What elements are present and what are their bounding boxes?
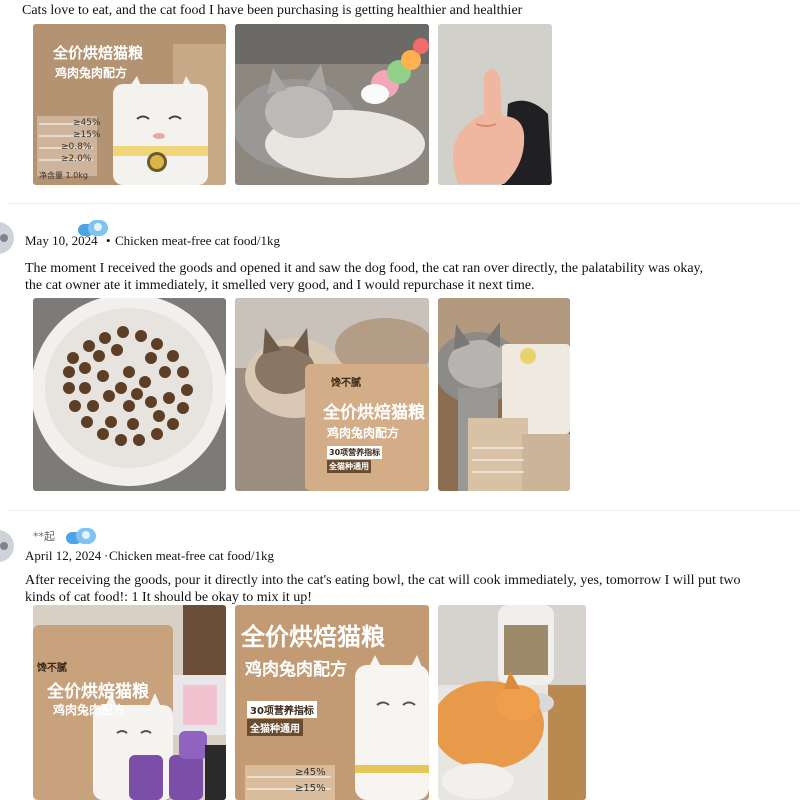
package-title: 全价烘焙猫粮	[241, 623, 385, 651]
package-title: 全价烘焙猫粮	[47, 682, 149, 702]
review-divider	[8, 510, 800, 511]
user-avatar[interactable]	[0, 222, 14, 254]
package-value: ≥15%	[73, 130, 101, 140]
package-tag: 30项营养指标	[327, 446, 383, 459]
review-date: May 10, 2024	[25, 233, 98, 248]
package-value: ≥15%	[295, 783, 326, 794]
review-photo[interactable]: 馋不腻 全价烘焙猫粮 鸡肉兔肉配方	[33, 605, 226, 800]
review-photo[interactable]: 全价烘焙猫粮 鸡肉兔肉配方 ≥45% ≥15% ≥0.8% ≥2.0% 净含量 …	[33, 24, 226, 185]
package-subtitle: 鸡肉兔肉配方	[245, 660, 347, 680]
review-date: April 12, 2024	[25, 548, 102, 563]
package-weight: 净含量 1.0kg	[39, 171, 88, 180]
review-text: kinds of cat food!: 1 It should be okay …	[25, 590, 312, 605]
cat-eating-image	[438, 605, 586, 800]
review-photo[interactable]: 全价烘焙猫粮 鸡肉兔肉配方 30项营养指标 全猫种通用 ≥45% ≥15%	[235, 605, 429, 800]
review-photo[interactable]	[438, 298, 570, 491]
review-text: Cats love to eat, and the cat food I hav…	[22, 3, 523, 18]
user-avatar[interactable]	[0, 530, 14, 562]
username: **起	[33, 530, 55, 543]
package-value: ≥45%	[295, 767, 326, 778]
review-divider	[8, 203, 800, 204]
package-value: ≥2.0%	[61, 154, 92, 164]
review-photo[interactable]	[438, 605, 586, 800]
package-tag: 全猫种通用	[327, 460, 371, 473]
package-subtitle: 鸡肉兔肉配方	[55, 66, 128, 80]
package-brand: 馋不腻	[331, 378, 361, 389]
package-tag: 全猫种通用	[247, 719, 303, 736]
product-variant: Chicken meat-free cat food/1kg	[115, 233, 280, 248]
meta-separator: •	[106, 233, 111, 248]
package-tag: 30项营养指标	[247, 701, 317, 718]
review-photo[interactable]	[33, 298, 226, 491]
review-photo[interactable]: 馋不腻 全价烘焙猫粮 鸡肉兔肉配方 30项营养指标 全猫种通用	[235, 298, 429, 491]
product-variant: Chicken meat-free cat food/1kg	[109, 548, 274, 563]
cat-playing-image	[235, 24, 429, 185]
package-brand: 馋不腻	[37, 663, 67, 674]
package-title: 全价烘焙猫粮	[53, 44, 144, 62]
package-title: 全价烘焙猫粮	[323, 403, 425, 423]
package-subtitle: 鸡肉兔肉配方	[53, 703, 126, 717]
package-value: ≥45%	[73, 118, 101, 128]
member-badge-icon	[66, 528, 100, 546]
review-text: the cat owner ate it immediately, it sme…	[25, 278, 535, 293]
kibble-bowl-image	[33, 298, 226, 491]
cat-and-boxes-image	[438, 298, 570, 491]
meta-separator: ·	[104, 548, 109, 563]
package-subtitle: 鸡肉兔肉配方	[327, 426, 400, 440]
review-photo[interactable]	[235, 24, 429, 185]
thumbs-up-image	[438, 24, 552, 185]
review-photo[interactable]	[438, 24, 552, 185]
review-text: The moment I received the goods and open…	[25, 261, 704, 276]
package-value: ≥0.8%	[61, 142, 92, 152]
review-text: After receiving the goods, pour it direc…	[25, 573, 741, 588]
